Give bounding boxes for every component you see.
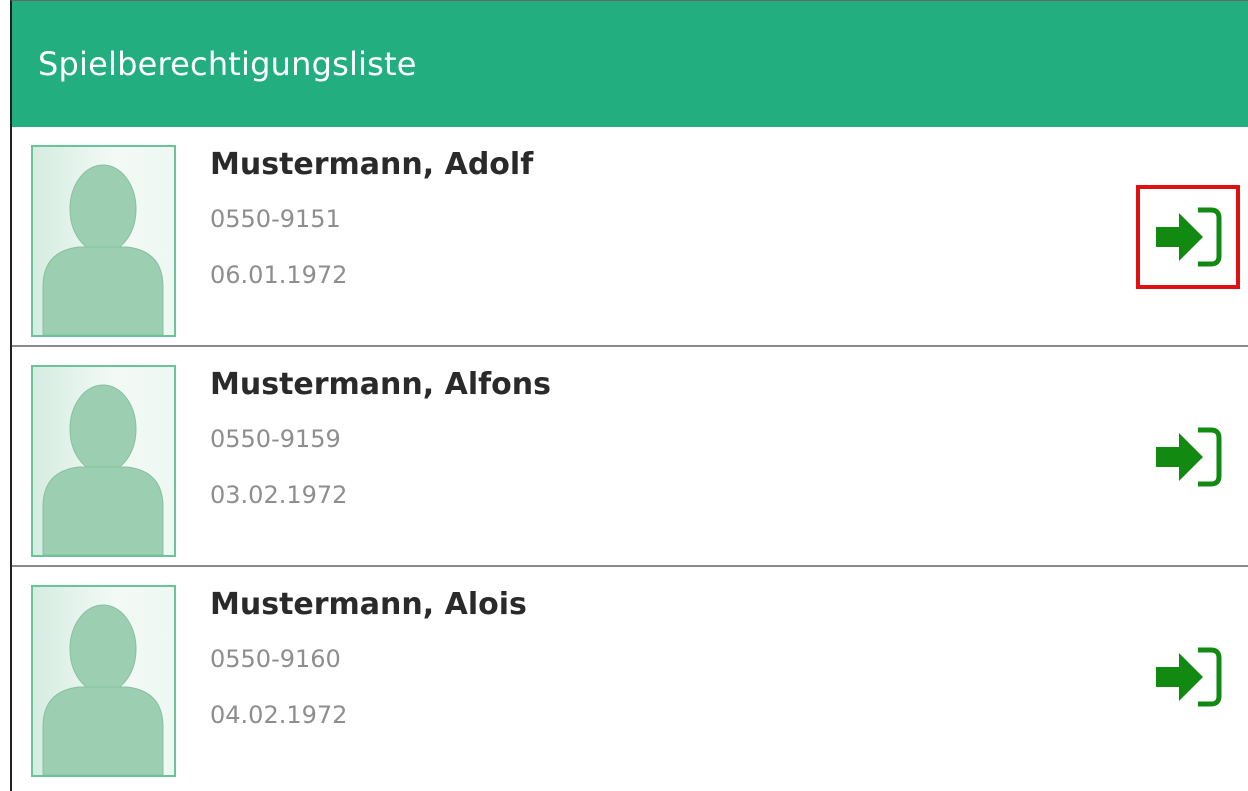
- avatar-placeholder-icon: [31, 145, 176, 337]
- player-name: Mustermann, Alfons: [210, 367, 551, 402]
- list-item[interactable]: Mustermann, Adolf 0550-9151 06.01.1972: [12, 127, 1248, 347]
- player-name: Mustermann, Adolf: [210, 147, 534, 182]
- sign-in-icon: [1156, 647, 1222, 707]
- player-birthdate: 06.01.1972: [210, 261, 348, 289]
- page-title: Spielberechtigungsliste: [38, 45, 417, 83]
- avatar-placeholder-icon: [31, 585, 176, 777]
- list-item[interactable]: Mustermann, Alois 0550-9160 04.02.1972: [12, 567, 1248, 787]
- header-bar: Spielberechtigungsliste: [12, 1, 1248, 127]
- sign-in-icon: [1156, 427, 1222, 487]
- app-frame: Spielberechtigungsliste Mustermann, Adol…: [10, 0, 1248, 791]
- player-list: Mustermann, Adolf 0550-9151 06.01.1972 M…: [12, 127, 1248, 787]
- avatar-placeholder-icon: [31, 365, 176, 557]
- check-in-button[interactable]: [1136, 185, 1240, 289]
- player-number: 0550-9160: [210, 645, 341, 673]
- player-number: 0550-9159: [210, 425, 341, 453]
- player-birthdate: 03.02.1972: [210, 481, 348, 509]
- sign-in-icon: [1156, 207, 1222, 267]
- player-name: Mustermann, Alois: [210, 587, 527, 622]
- list-item[interactable]: Mustermann, Alfons 0550-9159 03.02.1972: [12, 347, 1248, 567]
- check-in-button[interactable]: [1136, 625, 1240, 729]
- player-birthdate: 04.02.1972: [210, 701, 348, 729]
- player-number: 0550-9151: [210, 205, 341, 233]
- check-in-button[interactable]: [1136, 405, 1240, 509]
